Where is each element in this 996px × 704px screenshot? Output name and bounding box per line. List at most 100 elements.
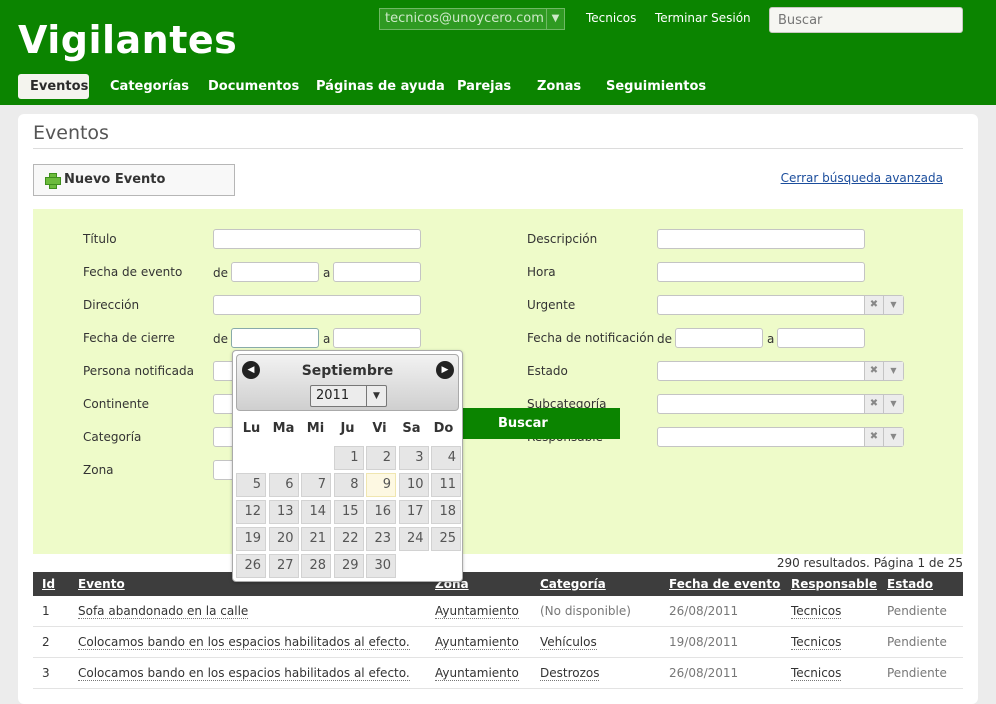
chevron-down-icon[interactable]: ▼ (883, 296, 903, 314)
cell-evento[interactable]: Colocamos bando en los espacios habilita… (78, 666, 410, 681)
tab-categorias[interactable]: Categorías (98, 74, 201, 99)
label-fecha-notificacion: Fecha de notificación (527, 331, 655, 345)
clear-icon[interactable]: ✖ (864, 395, 883, 413)
datepicker-day[interactable]: 16 (366, 500, 396, 524)
datepicker-day[interactable]: 19 (236, 527, 266, 551)
tab-documentos[interactable]: Documentos (196, 74, 311, 99)
app-logo[interactable]: Vigilantes (18, 18, 237, 62)
cell-responsable[interactable]: Tecnicos (791, 604, 842, 619)
cell-zona[interactable]: Ayuntamiento (435, 635, 519, 650)
tab-parejas[interactable]: Parejas (445, 74, 523, 99)
estado-select[interactable]: ✖ ▼ (657, 361, 904, 381)
titulo-input[interactable] (213, 229, 421, 249)
datepicker-day[interactable]: 4 (431, 446, 461, 470)
search-input[interactable] (769, 7, 963, 33)
new-event-label: Nuevo Evento (64, 172, 166, 187)
datepicker-day[interactable]: 2 (366, 446, 396, 470)
user-select[interactable]: tecnicos@unoycero.com ▼ (379, 8, 565, 30)
cell-zona[interactable]: Ayuntamiento (435, 666, 519, 681)
chevron-down-icon[interactable]: ▼ (883, 362, 903, 380)
responsable-select[interactable]: ✖ ▼ (657, 427, 904, 447)
tab-zonas[interactable]: Zonas (525, 74, 593, 99)
datepicker-day[interactable]: 26 (236, 554, 266, 578)
year-select[interactable]: 2011 ▼ (310, 385, 387, 407)
datepicker-day[interactable]: 1 (333, 446, 364, 470)
datepicker-day[interactable]: 3 (398, 446, 429, 470)
datepicker-day[interactable]: 6 (268, 473, 299, 497)
chevron-down-icon: ▼ (546, 9, 564, 29)
datepicker-day[interactable]: 20 (268, 527, 299, 551)
datepicker-day[interactable]: 18 (431, 500, 461, 524)
col-categoria[interactable]: Categoría (540, 577, 606, 591)
datepicker-day[interactable]: 11 (431, 473, 461, 497)
datepicker-day[interactable]: 13 (268, 500, 299, 524)
cell-estado: Pendiente (887, 635, 947, 649)
datepicker-day[interactable]: 12 (236, 500, 266, 524)
datepicker-day[interactable]: 29 (333, 554, 364, 578)
clear-icon[interactable]: ✖ (864, 428, 883, 446)
col-fecha-evento[interactable]: Fecha de evento (669, 577, 780, 591)
fecha-notificacion-to-input[interactable] (777, 328, 865, 348)
cell-responsable[interactable]: Tecnicos (791, 666, 842, 681)
fecha-evento-to-input[interactable] (333, 262, 421, 282)
subcategoria-select[interactable]: ✖ ▼ (657, 394, 904, 414)
chevron-down-icon[interactable]: ▼ (883, 395, 903, 413)
col-estado[interactable]: Estado (887, 577, 933, 591)
cell-evento[interactable]: Sofa abandonado en la calle (78, 604, 249, 619)
datepicker-day[interactable]: 23 (366, 527, 396, 551)
clear-icon[interactable]: ✖ (864, 296, 883, 314)
cell-categoria: (No disponible) (540, 604, 631, 618)
cell-evento[interactable]: Colocamos bando en los espacios habilita… (78, 635, 410, 650)
user-select-value: tecnicos@unoycero.com (385, 11, 544, 26)
datepicker-day[interactable]: 5 (236, 473, 266, 497)
datepicker-day[interactable]: 7 (301, 473, 331, 497)
tab-paginas-de-ayuda[interactable]: Páginas de ayuda (304, 74, 457, 99)
logout-link[interactable]: Terminar Sesión (655, 11, 751, 25)
datepicker-day[interactable]: 30 (366, 554, 396, 578)
weekday-label: Do (433, 421, 454, 436)
chevron-down-icon[interactable]: ▼ (883, 428, 903, 446)
new-event-button[interactable]: Nuevo Evento (33, 164, 235, 196)
col-id[interactable]: Id (42, 577, 55, 591)
datepicker-day[interactable]: 24 (398, 527, 429, 551)
datepicker-day[interactable]: 15 (333, 500, 364, 524)
label-estado: Estado (527, 364, 568, 378)
table-row[interactable]: 1 Sofa abandonado en la calle Ayuntamien… (33, 596, 963, 627)
datepicker-day[interactable]: 9 (366, 473, 396, 497)
cell-categoria[interactable]: Vehículos (540, 635, 597, 650)
fecha-cierre-to-input[interactable] (333, 328, 421, 348)
datepicker-day[interactable]: 27 (268, 554, 299, 578)
col-evento[interactable]: Evento (78, 577, 125, 591)
clear-icon[interactable]: ✖ (864, 362, 883, 380)
cell-categoria[interactable]: Destrozos (540, 666, 600, 681)
hora-input[interactable] (657, 262, 865, 282)
tab-eventos[interactable]: Eventos (18, 74, 89, 99)
header: Vigilantes tecnicos@unoycero.com ▼ Tecni… (0, 0, 996, 105)
user-link[interactable]: Tecnicos (586, 11, 636, 25)
table-row[interactable]: 2 Colocamos bando en los espacios habili… (33, 627, 963, 658)
direccion-input[interactable] (213, 295, 421, 315)
cell-zona[interactable]: Ayuntamiento (435, 604, 519, 619)
datepicker-day[interactable]: 17 (398, 500, 429, 524)
col-responsable[interactable]: Responsable (791, 577, 877, 591)
fecha-cierre-from-input[interactable] (231, 328, 319, 348)
close-advanced-search-link[interactable]: Cerrar búsqueda avanzada (781, 171, 943, 185)
datepicker-day[interactable]: 22 (333, 527, 364, 551)
descripcion-input[interactable] (657, 229, 865, 249)
fecha-notificacion-from-input[interactable] (675, 328, 763, 348)
label-hora: Hora (527, 265, 556, 279)
datepicker-day[interactable]: 25 (431, 527, 461, 551)
table-row[interactable]: 3 Colocamos bando en los espacios habili… (33, 658, 963, 689)
cell-responsable[interactable]: Tecnicos (791, 635, 842, 650)
plus-icon (45, 173, 61, 189)
tab-seguimientos[interactable]: Seguimientos (594, 74, 718, 99)
datepicker-day[interactable]: 28 (301, 554, 331, 578)
search-button[interactable]: Buscar (450, 408, 620, 439)
datepicker-day[interactable]: 21 (301, 527, 331, 551)
datepicker-day[interactable]: 8 (333, 473, 364, 497)
fecha-evento-from-input[interactable] (231, 262, 319, 282)
datepicker-day[interactable]: 10 (398, 473, 429, 497)
urgente-select[interactable]: ✖ ▼ (657, 295, 904, 315)
datepicker-month: Septiembre (301, 363, 394, 379)
datepicker-day[interactable]: 14 (301, 500, 331, 524)
